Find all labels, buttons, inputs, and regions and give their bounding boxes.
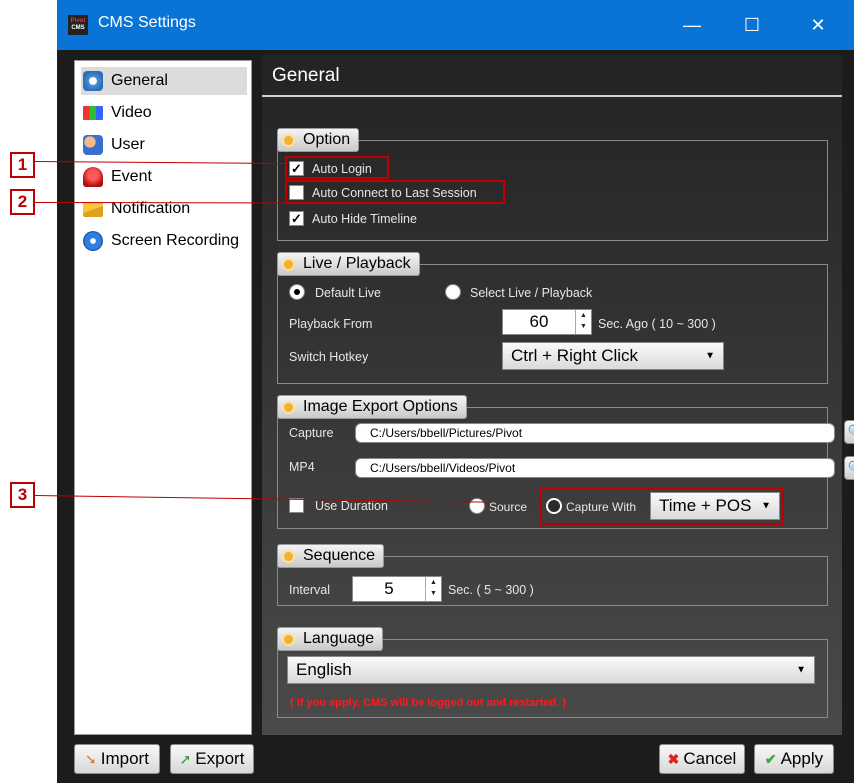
capture-path-field[interactable]: C:/Users/bbell/Pictures/Pivot bbox=[355, 423, 835, 443]
interval-value[interactable]: 5 bbox=[353, 577, 425, 601]
title-divider bbox=[262, 95, 842, 97]
bullet-icon bbox=[284, 634, 293, 644]
app-logo-icon: Pivot CMS bbox=[68, 15, 88, 35]
bullet-icon bbox=[284, 259, 293, 269]
apply-button[interactable]: ✔ Apply bbox=[754, 744, 834, 774]
interval-label: Interval bbox=[289, 583, 330, 597]
import-icon: ➘ bbox=[85, 750, 97, 767]
source-radio[interactable] bbox=[469, 498, 485, 514]
sidebar-item-label: Screen Recording bbox=[111, 232, 240, 249]
page-title: General bbox=[272, 65, 340, 86]
import-label: Import bbox=[100, 749, 149, 768]
language-restart-warning: ( If you apply, CMS will be logged out a… bbox=[290, 697, 567, 709]
chevron-down-icon: ▼ bbox=[705, 350, 715, 362]
sidebar-item-screen-recording[interactable]: Screen Recording bbox=[81, 227, 247, 255]
export-button[interactable]: ➚ Export bbox=[170, 744, 254, 774]
sidebar-item-user[interactable]: User bbox=[81, 131, 247, 159]
mp4-label: MP4 bbox=[289, 460, 315, 474]
mp4-path-field[interactable]: C:/Users/bbell/Videos/Pivot bbox=[355, 458, 835, 478]
select-live-playback-label[interactable]: Select Live / Playback bbox=[470, 286, 592, 300]
sidebar-item-label: General bbox=[111, 72, 168, 89]
video-icon bbox=[83, 106, 103, 120]
envelope-icon bbox=[83, 201, 103, 217]
settings-window: Pivot CMS CMS Settings — ☐ ✕ General Vide… bbox=[57, 0, 854, 783]
user-icon bbox=[83, 135, 103, 155]
callout-number-2: 2 bbox=[10, 189, 35, 215]
sidebar-item-event[interactable]: Event bbox=[81, 163, 247, 191]
siren-icon bbox=[83, 167, 103, 187]
source-label[interactable]: Source bbox=[489, 500, 527, 514]
maximize-button[interactable]: ☐ bbox=[729, 0, 775, 50]
bullet-icon bbox=[284, 402, 293, 412]
film-reel-icon bbox=[83, 231, 103, 251]
default-live-label[interactable]: Default Live bbox=[315, 286, 381, 300]
group-title: Image Export Options bbox=[303, 398, 458, 415]
group-title: Sequence bbox=[303, 547, 376, 564]
sidebar-item-general[interactable]: General bbox=[81, 67, 247, 95]
playback-from-stepper[interactable]: 60 ▲ ▼ bbox=[502, 309, 592, 335]
callout-number-1: 1 bbox=[10, 152, 35, 178]
use-duration-label[interactable]: Use Duration bbox=[315, 499, 388, 513]
apply-label: Apply bbox=[780, 749, 824, 768]
callout-1-highlight bbox=[285, 156, 389, 179]
image-export-group-label: Image Export Options bbox=[277, 395, 467, 419]
minimize-button[interactable]: — bbox=[669, 0, 715, 50]
callout-number-3: 3 bbox=[10, 482, 35, 508]
bullet-icon bbox=[284, 551, 293, 561]
import-button[interactable]: ➘ Import bbox=[74, 744, 160, 774]
group-title: Live / Playback bbox=[303, 255, 411, 272]
sidebar-item-video[interactable]: Video bbox=[81, 99, 247, 127]
export-label: Export bbox=[195, 749, 245, 768]
callout-2-highlight bbox=[285, 180, 505, 204]
auto-hide-timeline-checkbox[interactable]: ✓ bbox=[289, 211, 304, 226]
group-title: Language bbox=[303, 630, 375, 647]
sidebar-item-label: Video bbox=[111, 104, 152, 121]
export-icon: ➚ bbox=[179, 750, 192, 767]
interval-unit: Sec. ( 5 ~ 300 ) bbox=[448, 583, 534, 597]
interval-stepper[interactable]: 5 ▲ ▼ bbox=[352, 576, 442, 602]
switch-hotkey-dropdown[interactable]: Ctrl + Right Click ▼ bbox=[502, 342, 724, 370]
stepper-arrows-icon[interactable]: ▲ ▼ bbox=[575, 310, 591, 334]
cancel-button[interactable]: ✖ Cancel bbox=[659, 744, 745, 774]
capture-with-label[interactable]: Capture With bbox=[566, 500, 636, 514]
language-group-label: Language bbox=[277, 627, 384, 651]
gear-icon bbox=[83, 71, 103, 91]
playback-from-label: Playback From bbox=[289, 317, 373, 331]
capture-with-value: Time + POS bbox=[659, 496, 752, 515]
group-title: Option bbox=[303, 131, 351, 148]
switch-hotkey-label: Switch Hotkey bbox=[289, 350, 369, 364]
cancel-label: Cancel bbox=[683, 749, 737, 768]
sidebar-item-label: User bbox=[111, 136, 145, 153]
live-playback-group-label: Live / Playback bbox=[277, 252, 420, 276]
option-group-label: Option bbox=[277, 128, 360, 152]
sidebar-item-label: Event bbox=[111, 168, 152, 185]
chevron-down-icon: ▼ bbox=[796, 664, 806, 676]
use-duration-checkbox[interactable] bbox=[289, 498, 304, 513]
language-dropdown[interactable]: English ▼ bbox=[287, 656, 815, 684]
switch-hotkey-value: Ctrl + Right Click bbox=[511, 346, 639, 365]
capture-label: Capture bbox=[289, 426, 334, 440]
capture-with-dropdown[interactable]: Time + POS ▼ bbox=[650, 492, 780, 520]
settings-content: General Option ✓ Auto Login Auto Connect… bbox=[262, 55, 854, 735]
sequence-group-label: Sequence bbox=[277, 544, 385, 568]
title-bar: Pivot CMS CMS Settings — ☐ ✕ bbox=[57, 0, 854, 50]
cancel-x-icon: ✖ bbox=[667, 750, 680, 767]
select-live-playback-radio[interactable] bbox=[445, 284, 461, 300]
window-title: CMS Settings bbox=[98, 14, 196, 31]
apply-check-icon: ✔ bbox=[764, 750, 777, 767]
playback-from-unit: Sec. Ago ( 10 ~ 300 ) bbox=[598, 317, 716, 331]
capture-browse-icon[interactable]: 🔍 bbox=[844, 420, 854, 444]
close-button[interactable]: ✕ bbox=[795, 0, 841, 50]
stepper-arrows-icon[interactable]: ▲ ▼ bbox=[425, 577, 441, 601]
language-value: English bbox=[296, 660, 352, 679]
playback-from-value[interactable]: 60 bbox=[503, 310, 575, 334]
bullet-icon bbox=[284, 135, 293, 145]
default-live-radio[interactable] bbox=[289, 284, 305, 300]
sidebar-item-notification[interactable]: Notification bbox=[81, 195, 247, 223]
capture-with-radio[interactable] bbox=[546, 498, 562, 514]
mp4-browse-icon[interactable]: 🔍 bbox=[844, 456, 854, 480]
auto-hide-timeline-label[interactable]: Auto Hide Timeline bbox=[312, 212, 417, 226]
chevron-down-icon: ▼ bbox=[761, 500, 771, 512]
